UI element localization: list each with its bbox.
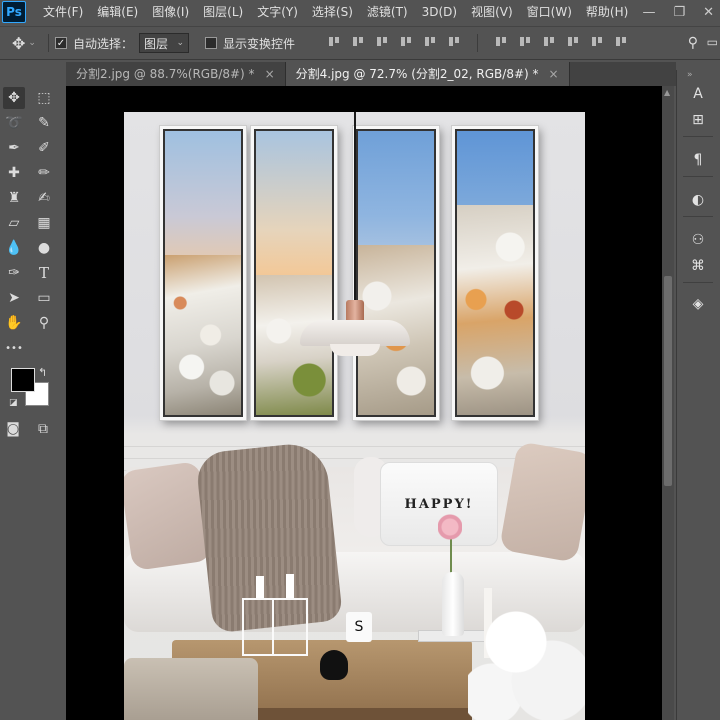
tab-label: 分割4.jpg @ 72.7% (分割2_02, RGB/8#) * — [295, 67, 539, 81]
candle — [256, 576, 264, 600]
lamp-cord — [354, 112, 356, 302]
document-tabs: 分割2.jpg @ 88.7%(RGB/8#) * × 分割4.jpg @ 72… — [66, 62, 676, 86]
align-buttons — [327, 34, 628, 52]
candle — [286, 574, 294, 600]
lamp-bottom — [330, 344, 380, 356]
align-left-icon[interactable] — [399, 34, 413, 48]
pillow-text: HAPPY! — [404, 496, 474, 512]
close-icon[interactable]: × — [265, 62, 275, 86]
menu-type[interactable]: 文字(Y) — [250, 0, 305, 24]
chevron-down-icon: ⌄ — [176, 38, 185, 48]
flower-stem — [450, 536, 452, 576]
dock-divider — [683, 282, 713, 283]
distribute-hcenter-icon[interactable] — [590, 34, 604, 48]
menu-filter[interactable]: 滤镜(T) — [360, 0, 415, 24]
distribute-top-icon[interactable] — [494, 34, 508, 48]
scroll-up-icon[interactable]: ▲ — [664, 88, 670, 97]
auto-select-label: 自动选择： — [73, 36, 134, 51]
layers-icon[interactable]: ◈ — [685, 292, 711, 316]
distribute-vcenter-icon[interactable] — [518, 34, 532, 48]
tab-document-1[interactable]: 分割2.jpg @ 88.7%(RGB/8#) * × — [66, 62, 286, 86]
default-colors-icon[interactable]: ◪ — [9, 398, 18, 408]
menu-layer[interactable]: 图层(L) — [196, 0, 250, 24]
menu-edit[interactable]: 编辑(E) — [90, 0, 145, 24]
options-divider — [48, 34, 49, 52]
tab-label: 分割2.jpg @ 88.7%(RGB/8#) * — [76, 67, 255, 81]
vertical-scrollbar[interactable]: ▲ — [662, 86, 674, 720]
align-top-icon[interactable] — [327, 34, 341, 48]
swap-colors-icon[interactable]: ↰ — [38, 366, 47, 379]
menu-select[interactable]: 选择(S) — [305, 0, 360, 24]
paragraph-styles-icon[interactable]: ⊞ — [685, 108, 711, 132]
screen-mode-icon[interactable]: ⧉ — [32, 418, 54, 440]
app-logo: Ps — [2, 1, 26, 23]
show-transform-checkbox[interactable] — [205, 37, 218, 49]
align-bottom-icon[interactable] — [375, 34, 389, 48]
skull-ornament — [320, 650, 348, 680]
frame-panel-3 — [353, 126, 439, 420]
align-divider — [477, 34, 479, 52]
paths-icon[interactable]: ⌘ — [685, 254, 711, 278]
wire-candle-holder — [242, 598, 308, 656]
adjustments-icon[interactable]: ◐ — [685, 188, 711, 212]
workspace-icon[interactable]: ▭ — [707, 35, 718, 49]
layer-select-value: 图层 — [144, 36, 169, 51]
menu-bar: Ps 文件(F) 编辑(E) 图像(I) 图层(L) 文字(Y) 选择(S) 滤… — [0, 0, 720, 24]
distribute-right-icon[interactable] — [614, 34, 628, 48]
dock-divider — [683, 136, 713, 137]
frame-panel-2 — [251, 126, 337, 420]
restore-button[interactable]: ❐ — [673, 5, 685, 20]
align-vcenter-icon[interactable] — [351, 34, 365, 48]
menu-window[interactable]: 窗口(W) — [520, 0, 579, 24]
dock-divider — [683, 216, 713, 217]
frame-panel-1 — [160, 126, 246, 420]
close-window-button[interactable]: ✕ — [703, 5, 714, 20]
options-bar: ✥ ⌄ ✓ 自动选择： 图层 ⌄ 显示变换控件 ⚲ ▭ — [0, 26, 720, 60]
vase — [442, 572, 464, 636]
distribute-bottom-icon[interactable] — [542, 34, 556, 48]
canvas-area[interactable]: HAPPY! S — [66, 86, 662, 720]
move-tool-preset-icon[interactable]: ✥ ⌄ — [6, 34, 42, 53]
menu-view[interactable]: 视图(V) — [464, 0, 520, 24]
lamp-cap — [346, 300, 364, 322]
close-icon[interactable]: × — [549, 62, 559, 86]
show-transform-label: 显示变换控件 — [223, 36, 296, 51]
character-icon[interactable]: A — [685, 82, 711, 106]
align-hcenter-icon[interactable] — [423, 34, 437, 48]
auto-select-checkbox[interactable]: ✓ — [55, 37, 67, 49]
menu-help[interactable]: 帮助(H) — [579, 0, 635, 24]
menu-3d[interactable]: 3D(D) — [415, 0, 464, 24]
distribute-left-icon[interactable] — [566, 34, 580, 48]
paragraph-icon[interactable]: ¶ — [685, 148, 711, 172]
foreground-color-swatch[interactable] — [11, 368, 35, 392]
pendant-lamp-shade — [300, 320, 410, 346]
menu-image[interactable]: 图像(I) — [145, 0, 196, 24]
channels-icon[interactable]: ⚇ — [685, 228, 711, 252]
search-icon[interactable]: ⚲ — [688, 35, 698, 51]
frame-panel-4 — [452, 126, 538, 420]
minimize-button[interactable]: — — [642, 5, 655, 20]
flower — [438, 514, 462, 540]
mug-letter: S — [354, 619, 364, 635]
chair — [124, 658, 258, 720]
color-swatches: ↰ ◪ ◙ ⧉ — [0, 86, 60, 446]
quick-mask-icon[interactable]: ◙ — [2, 418, 24, 440]
window-controls: — ❐ ✕ — [642, 0, 714, 24]
scroll-thumb[interactable] — [664, 276, 672, 486]
fur-throw — [468, 590, 585, 720]
collapse-icon[interactable]: » — [687, 70, 695, 80]
dock-divider — [683, 176, 713, 177]
menu-file[interactable]: 文件(F) — [36, 0, 90, 24]
auto-select-target-dropdown[interactable]: 图层 ⌄ — [139, 33, 190, 53]
document-image[interactable]: HAPPY! S — [124, 112, 585, 720]
panel-dock: » A ⊞ ¶ ◐ ⚇ ⌘ ◈ — [676, 70, 720, 720]
align-right-icon[interactable] — [447, 34, 461, 48]
tab-document-2[interactable]: 分割4.jpg @ 72.7% (分割2_02, RGB/8#) * × — [285, 62, 570, 86]
mug: S — [346, 612, 372, 642]
